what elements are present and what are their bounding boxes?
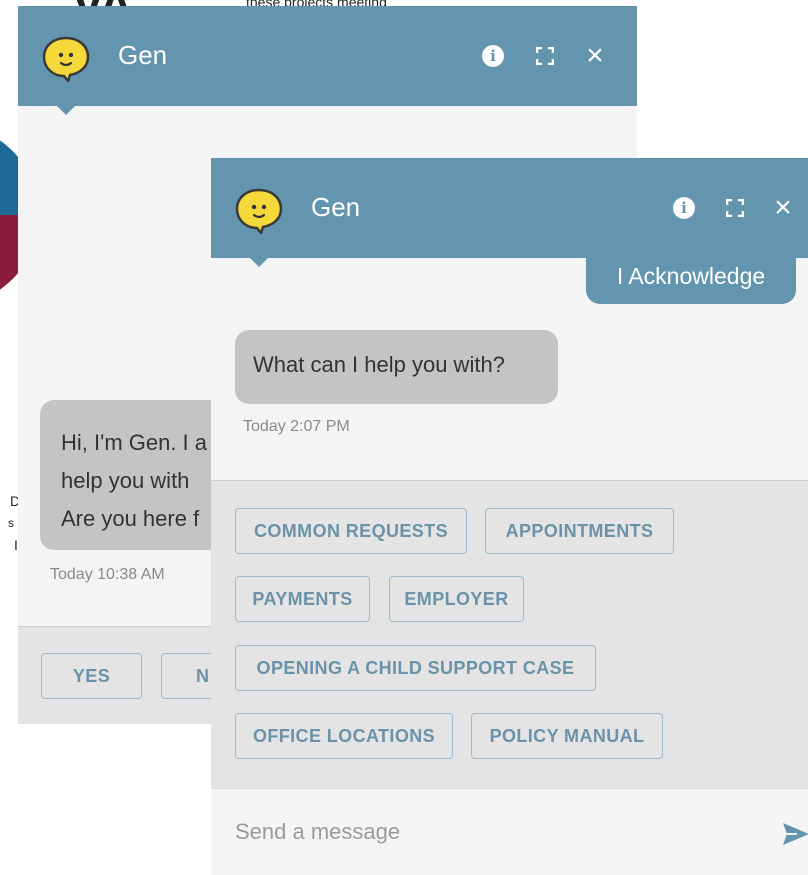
bot-message-line: Are you here f: [61, 506, 200, 531]
background-fragment: s: [8, 516, 14, 530]
bot-message-text: What can I help you with?: [253, 352, 505, 377]
chat-bubble-smiley-icon: [42, 36, 90, 82]
quick-reply-yes[interactable]: YES: [41, 653, 142, 699]
message-composer: Send a message: [211, 788, 808, 875]
header-pointer: [249, 257, 269, 267]
expand-icon[interactable]: [723, 196, 747, 220]
quick-reply-employer[interactable]: EMPLOYER: [389, 576, 524, 622]
info-icon[interactable]: i: [672, 196, 696, 220]
bot-message-line: help you with: [61, 468, 190, 493]
chat-title: Gen: [118, 40, 168, 70]
message-timestamp: Today 10:38 AM: [50, 566, 165, 583]
quick-reply-payments[interactable]: PAYMENTS: [235, 576, 370, 622]
chat-title: Gen: [311, 192, 361, 222]
send-icon[interactable]: [781, 819, 808, 849]
chat-header: Gen i ×: [211, 158, 808, 267]
quick-reply-policy-manual[interactable]: POLICY MANUAL: [471, 713, 663, 759]
header-pointer: [56, 105, 76, 115]
quick-reply-common-requests[interactable]: COMMON REQUESTS: [235, 508, 467, 554]
info-icon[interactable]: i: [481, 44, 505, 68]
quick-reply-office-locations[interactable]: OFFICE LOCATIONS: [235, 713, 453, 759]
expand-icon[interactable]: [533, 44, 557, 68]
quick-reply-opening-child-support-case[interactable]: OPENING A CHILD SUPPORT CASE: [235, 645, 596, 691]
bot-message-line: Hi, I'm Gen. I a: [61, 430, 208, 455]
quick-reply-area: COMMON REQUESTS APPOINTMENTS PAYMENTS EM…: [211, 480, 808, 789]
chat-window-front: What can I help you with? Today 2:07 PM …: [211, 158, 808, 875]
chat-bubble-smiley-icon: [235, 188, 283, 234]
bot-message-bubble: What can I help you with?: [235, 330, 558, 404]
quick-reply-appointments[interactable]: APPOINTMENTS: [485, 508, 674, 554]
close-icon[interactable]: ×: [771, 193, 795, 223]
close-icon[interactable]: ×: [583, 41, 607, 71]
chat-header: Gen i ×: [18, 6, 637, 115]
message-input[interactable]: Send a message: [235, 819, 735, 845]
message-timestamp: Today 2:07 PM: [243, 418, 350, 435]
